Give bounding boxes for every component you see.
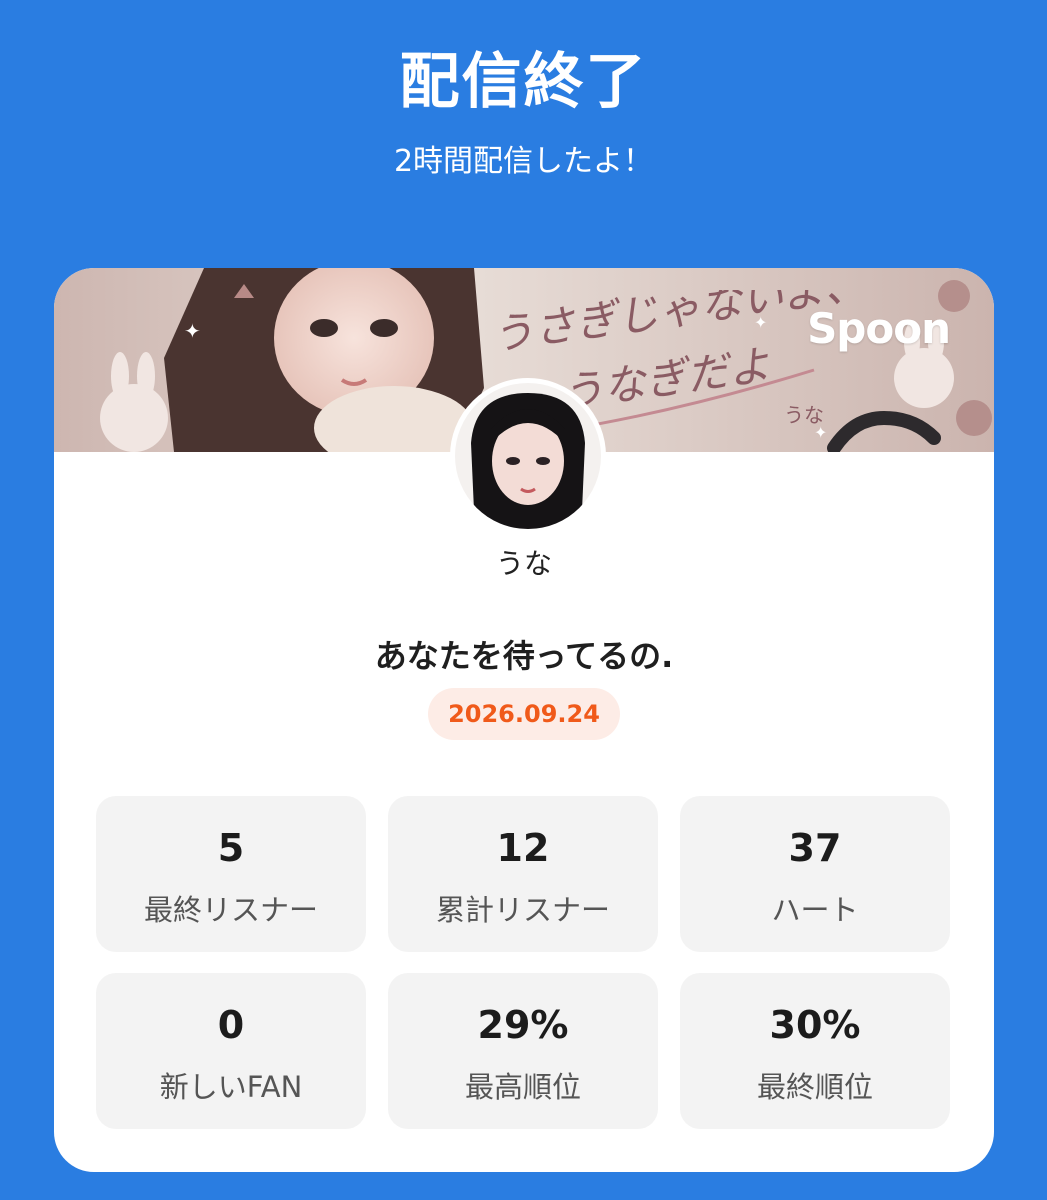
stat-value: 37 [788,826,842,870]
header-subtitle: 2時間配信したよ！ [393,144,654,179]
stat-final-listeners: 5 最終リスナー [96,796,366,952]
stat-label: 最終順位 [756,1070,873,1104]
stat-value: 5 [217,826,245,870]
stream-title: あなたを待ってるの. [374,637,674,675]
stat-value: 0 [217,1003,245,1047]
stat-new-fans: 0 新しいFAN [96,973,366,1129]
svg-text:うなぎだよ: うなぎだよ [559,340,774,418]
username: うな [495,547,552,580]
stat-label: ハート [771,893,859,927]
header-title: 配信終了 [399,47,648,117]
stat-label: 累計リスナー [435,893,610,927]
stat-label: 最高順位 [464,1070,581,1104]
stat-hearts: 37 ハート [680,796,950,952]
stat-label: 最終リスナー [143,893,318,927]
stat-value: 29% [477,1003,569,1047]
svg-text:うな: うな [784,403,824,427]
stat-value: 30% [769,1003,861,1047]
svg-text:✦: ✦ [184,319,201,343]
spoon-logo: Spoon [807,304,951,353]
stat-peak-rank: 29% 最高順位 [388,973,658,1129]
stat-total-listeners: 12 累計リスナー [388,796,658,952]
summary-card: ✦ ✦ ✦ うさぎじゃないよ、 うなぎだよ うな Spoon うな あなたを待っ… [54,268,994,1172]
stat-label: 新しいFAN [159,1070,303,1104]
stat-value: 12 [496,826,550,870]
svg-text:うさぎじゃないよ、: うさぎじゃないよ、 [489,290,844,360]
stat-final-rank: 30% 最終順位 [680,973,950,1129]
date-badge: 2026.09.24 [428,688,620,740]
avatar[interactable] [450,378,606,534]
